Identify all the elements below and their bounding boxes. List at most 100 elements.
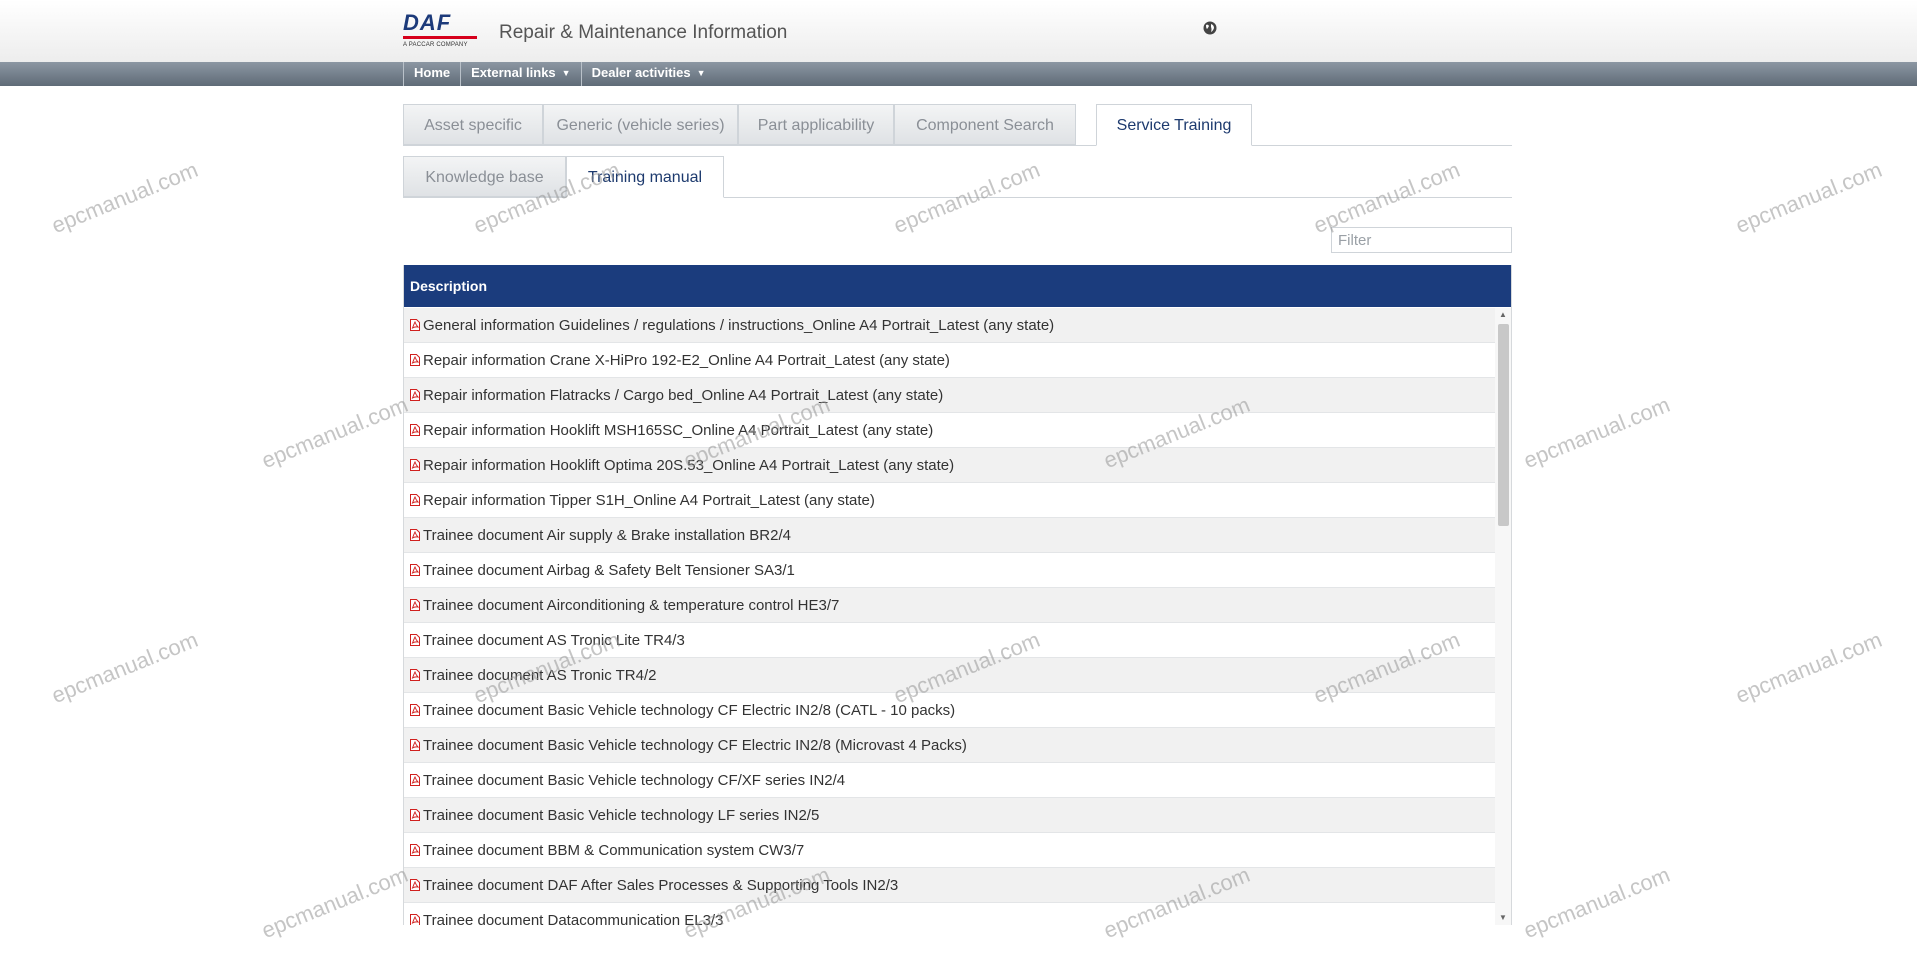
top-navbar: Home External links ▼ Dealer activities ▼	[0, 62, 1917, 86]
tab-label: Asset specific	[424, 117, 522, 134]
row-description: Trainee document AS Tronic Lite TR4/3	[423, 632, 685, 649]
nav-home[interactable]: Home	[403, 62, 460, 86]
table-row[interactable]: Trainee document Basic Vehicle technolog…	[404, 728, 1495, 763]
nav-external-links[interactable]: External links ▼	[460, 62, 580, 86]
row-description: Trainee document Basic Vehicle technolog…	[423, 772, 846, 789]
table-row[interactable]: Trainee document AS Tronic Lite TR4/3	[404, 623, 1495, 658]
pdf-icon	[410, 809, 420, 821]
scroll-thumb[interactable]	[1498, 324, 1509, 526]
pdf-icon	[410, 879, 420, 891]
row-description: General information Guidelines / regulat…	[423, 317, 1055, 334]
filter-input[interactable]	[1331, 227, 1512, 253]
row-description: Repair information Hooklift Optima 20S.5…	[423, 457, 955, 474]
tab-generic-vehicle-series[interactable]: Generic (vehicle series)	[543, 104, 738, 145]
table-row[interactable]: Trainee document Basic Vehicle technolog…	[404, 693, 1495, 728]
watermark-text: epcmanual.com	[48, 626, 202, 709]
table-row[interactable]: Repair information Hooklift MSH165SC_Onl…	[404, 413, 1495, 448]
daf-logo[interactable]: DAF A PACCAR COMPANY	[403, 12, 481, 48]
watermark-text: epcmanual.com	[258, 391, 412, 474]
pdf-icon	[410, 389, 420, 401]
row-description: Repair information Crane X-HiPro 192-E2_…	[423, 352, 950, 369]
pdf-icon	[410, 564, 420, 576]
column-header-description[interactable]: Description	[404, 265, 1511, 307]
table-body: General information Guidelines / regulat…	[404, 308, 1495, 925]
pdf-icon	[410, 424, 420, 436]
pdf-icon	[410, 459, 420, 471]
row-description: Trainee document BBM & Communication sys…	[423, 842, 805, 859]
caret-down-icon: ▼	[696, 68, 706, 78]
table-row[interactable]: Trainee document Airbag & Safety Belt Te…	[404, 553, 1495, 588]
logo-underline	[403, 36, 477, 39]
pdf-icon	[410, 704, 420, 716]
tab-label: Training manual	[587, 169, 703, 186]
watermark-text: epcmanual.com	[1520, 861, 1674, 944]
nav-home-label: Home	[414, 65, 451, 80]
row-description: Repair information Flatracks / Cargo bed…	[423, 387, 944, 404]
pdf-icon	[410, 669, 420, 681]
tab-label: Knowledge base	[425, 169, 544, 186]
training-manual-table: Description General information Guidelin…	[403, 265, 1512, 925]
watermark-text: epcmanual.com	[258, 861, 412, 944]
tab-part-applicability[interactable]: Part applicability	[738, 104, 894, 145]
table-row[interactable]: Trainee document BBM & Communication sys…	[404, 833, 1495, 868]
scroll-up-icon[interactable]: ▲	[1495, 308, 1511, 322]
page-title: Repair & Maintenance Information	[499, 22, 788, 43]
pdf-icon	[410, 914, 420, 925]
main-tabs: Asset specific Generic (vehicle series) …	[403, 104, 1512, 146]
table-row[interactable]: Trainee document DAF After Sales Process…	[404, 868, 1495, 903]
caret-down-icon: ▼	[561, 68, 571, 78]
table-row[interactable]: Repair information Crane X-HiPro 192-E2_…	[404, 343, 1495, 378]
pdf-icon	[410, 319, 420, 331]
row-description: Trainee document DAF After Sales Process…	[423, 877, 899, 894]
tab-service-training[interactable]: Service Training	[1096, 104, 1252, 146]
table-row[interactable]: Repair information Hooklift Optima 20S.5…	[404, 448, 1495, 483]
tab-label: Part applicability	[757, 117, 875, 134]
pdf-icon	[410, 844, 420, 856]
row-description: Trainee document Airconditioning & tempe…	[423, 597, 840, 614]
pdf-icon	[410, 739, 420, 751]
logo-subtext: A PACCAR COMPANY	[403, 42, 468, 48]
nav-dealer-activities[interactable]: Dealer activities ▼	[580, 62, 716, 86]
row-description: Repair information Hooklift MSH165SC_Onl…	[423, 422, 934, 439]
table-row[interactable]: Repair information Flatracks / Cargo bed…	[404, 378, 1495, 413]
globe-icon[interactable]	[1202, 20, 1218, 36]
tab-component-search[interactable]: Component Search	[894, 104, 1076, 145]
pdf-icon	[410, 529, 420, 541]
row-description: Trainee document Basic Vehicle technolog…	[423, 807, 820, 824]
logo-text: DAF	[403, 10, 452, 35]
table-row[interactable]: Trainee document Air supply & Brake inst…	[404, 518, 1495, 553]
scroll-down-icon[interactable]: ▼	[1495, 911, 1511, 925]
table-row[interactable]: Repair information Tipper S1H_Online A4 …	[404, 483, 1495, 518]
tab-label: Component Search	[916, 117, 1054, 134]
table-row[interactable]: Trainee document Airconditioning & tempe…	[404, 588, 1495, 623]
app-header: DAF A PACCAR COMPANY Repair & Maintenanc…	[0, 0, 1917, 62]
row-description: Trainee document AS Tronic TR4/2	[423, 667, 657, 684]
nav-dealer-activities-label: Dealer activities	[591, 65, 691, 80]
watermark-text: epcmanual.com	[48, 156, 202, 239]
row-description: Trainee document Basic Vehicle technolog…	[423, 702, 956, 719]
row-description: Trainee document Basic Vehicle technolog…	[423, 737, 967, 754]
watermark-text: epcmanual.com	[1732, 626, 1886, 709]
table-row[interactable]: Trainee document Basic Vehicle technolog…	[404, 763, 1495, 798]
row-description: Trainee document Air supply & Brake inst…	[423, 527, 791, 544]
vertical-scrollbar[interactable]: ▲ ▼	[1495, 308, 1511, 925]
sub-tabs: Knowledge base Training manual	[403, 156, 1512, 198]
row-description: Trainee document Airbag & Safety Belt Te…	[423, 562, 795, 579]
pdf-icon	[410, 634, 420, 646]
tab-training-manual[interactable]: Training manual	[566, 156, 724, 198]
pdf-icon	[410, 774, 420, 786]
table-row[interactable]: Trainee document Basic Vehicle technolog…	[404, 798, 1495, 833]
tab-label: Generic (vehicle series)	[556, 117, 725, 134]
tab-asset-specific[interactable]: Asset specific	[403, 104, 543, 145]
tab-label: Service Training	[1116, 117, 1232, 134]
nav-external-links-label: External links	[471, 65, 556, 80]
table-row[interactable]: General information Guidelines / regulat…	[404, 308, 1495, 343]
pdf-icon	[410, 599, 420, 611]
table-row[interactable]: Trainee document AS Tronic TR4/2	[404, 658, 1495, 693]
watermark-text: epcmanual.com	[1732, 156, 1886, 239]
row-description: Repair information Tipper S1H_Online A4 …	[423, 492, 875, 509]
table-row[interactable]: Trainee document Datacommunication EL3/3	[404, 903, 1495, 925]
watermark-text: epcmanual.com	[1520, 391, 1674, 474]
tab-knowledge-base[interactable]: Knowledge base	[403, 156, 566, 197]
row-description: Trainee document Datacommunication EL3/3	[423, 912, 724, 925]
